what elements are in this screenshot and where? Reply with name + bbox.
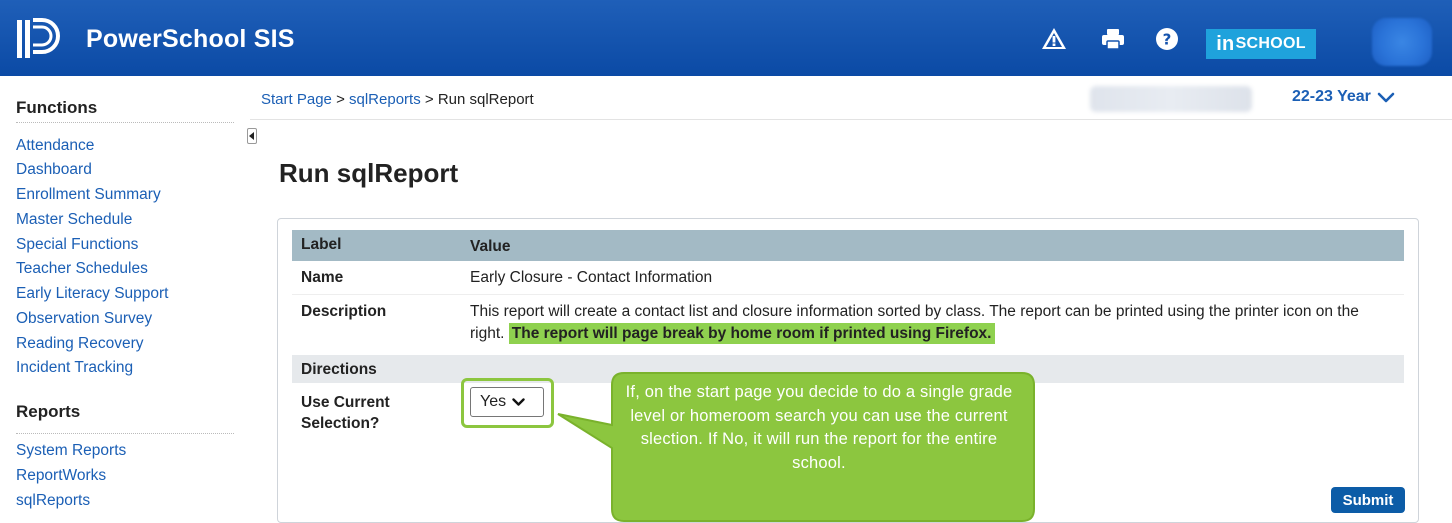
sidebar-heading-functions: Functions <box>16 98 98 117</box>
breadcrumb-separator: > <box>336 91 345 108</box>
select-value: Yes <box>480 393 507 410</box>
printer-icon[interactable] <box>1100 26 1126 52</box>
breadcrumb-separator: > <box>424 91 434 108</box>
directions-label: Directions <box>301 361 377 378</box>
sidebar-item-master-schedule[interactable]: Master Schedule <box>16 211 132 229</box>
use-current-selection-label: Use Current Selection? <box>301 392 390 434</box>
sidebar-divider <box>16 122 234 123</box>
alert-triangle-icon[interactable] <box>1041 26 1067 52</box>
inschool-logo[interactable]: in SCHOOL <box>1206 29 1316 59</box>
app-title[interactable]: PowerSchool SIS <box>86 25 295 54</box>
caret-left-icon <box>249 132 254 140</box>
year-selector[interactable]: 22-23 Year <box>1292 88 1395 106</box>
top-header: PowerSchool SIS ? in SCHOOL <box>0 0 1452 76</box>
svg-text:?: ? <box>1163 31 1172 49</box>
table-row-name: Name Early Closure - Contact Information <box>292 261 1404 294</box>
use-current-selection-label-line2: Selection? <box>301 415 380 432</box>
avatar[interactable] <box>1372 18 1432 66</box>
sidebar: Functions Attendance Dashboard Enrollmen… <box>0 76 250 523</box>
sidebar-item-teacher-schedules[interactable]: Teacher Schedules <box>16 260 148 278</box>
sidebar-item-enrollment-summary[interactable]: Enrollment Summary <box>16 186 161 204</box>
sidebar-heading-reports: Reports <box>16 402 81 421</box>
description-label: Description <box>301 303 387 320</box>
sidebar-item-attendance[interactable]: Attendance <box>16 137 94 155</box>
page-title: Run sqlReport <box>279 158 459 188</box>
breadcrumb-start-page[interactable]: Start Page <box>261 91 332 108</box>
description-highlight: The report will page break by home room … <box>508 323 995 344</box>
table-header-row: Label Value <box>292 230 1404 261</box>
help-icon[interactable]: ? <box>1154 26 1180 52</box>
column-header-value: Value <box>470 238 511 255</box>
chevron-down-icon <box>1377 92 1395 102</box>
inschool-logo-in: in <box>1216 32 1235 55</box>
year-selector-label: 22-23 Year <box>1292 88 1371 105</box>
breadcrumb-current: Run sqlReport <box>437 91 534 108</box>
powerschool-logo-icon <box>17 18 60 58</box>
sidebar-collapse-button[interactable] <box>247 128 257 144</box>
breadcrumb-bar: Start Page > sqlReports > Run sqlReport … <box>250 76 1452 120</box>
submit-button[interactable]: Submit <box>1331 487 1405 513</box>
breadcrumb-sqlreports[interactable]: sqlReports <box>349 91 421 108</box>
sidebar-item-dashboard[interactable]: Dashboard <box>16 161 92 179</box>
sidebar-item-observation-survey[interactable]: Observation Survey <box>16 310 152 328</box>
table-row-description: Description This report will create a co… <box>292 294 1404 355</box>
chevron-down-icon <box>512 397 525 406</box>
description-value: This report will create a contact list a… <box>470 301 1390 345</box>
sidebar-item-reportworks[interactable]: ReportWorks <box>16 467 106 485</box>
inschool-logo-text: SCHOOL <box>1235 35 1306 52</box>
sidebar-divider <box>16 433 234 434</box>
user-name-redacted <box>1090 86 1252 112</box>
sidebar-item-special-functions[interactable]: Special Functions <box>16 236 138 254</box>
callout-text: If, on the start page you decide to do a… <box>625 383 1013 472</box>
sidebar-item-early-literacy-support[interactable]: Early Literacy Support <box>16 285 169 303</box>
name-value: Early Closure - Contact Information <box>470 269 713 286</box>
name-label: Name <box>301 269 344 286</box>
sidebar-item-reading-recovery[interactable]: Reading Recovery <box>16 335 144 353</box>
sidebar-item-incident-tracking[interactable]: Incident Tracking <box>16 359 133 377</box>
use-current-selection-select[interactable]: Yes <box>470 387 544 417</box>
sidebar-item-sqlreports[interactable]: sqlReports <box>16 492 90 510</box>
use-current-selection-label-line1: Use Current <box>301 394 390 411</box>
breadcrumb: Start Page > sqlReports > Run sqlReport <box>261 91 534 108</box>
sidebar-item-system-reports[interactable]: System Reports <box>16 442 126 460</box>
column-header-label: Label <box>301 236 342 253</box>
